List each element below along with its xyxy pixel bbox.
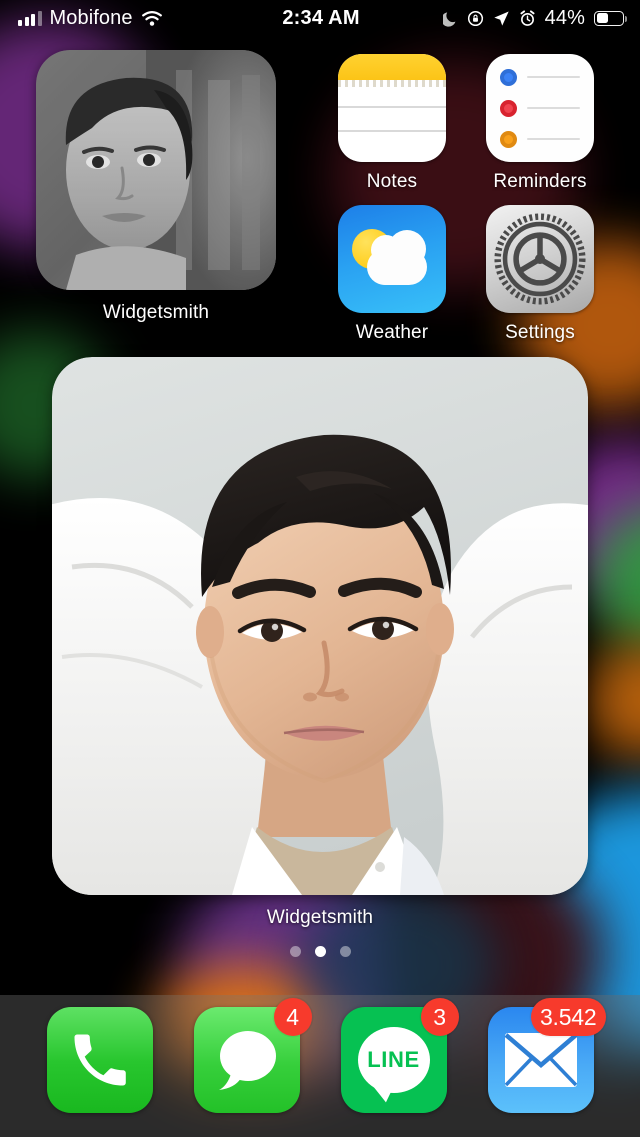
notes-perforation	[338, 80, 446, 87]
notes-yellow-band	[338, 54, 446, 80]
rotation-lock-icon	[467, 10, 483, 26]
notes-icon	[338, 54, 446, 162]
app-icon-reminders[interactable]: Reminders	[480, 54, 600, 193]
status-bar: Mobifone 2:34 AM 44%	[0, 0, 640, 36]
reminders-orange-ring-icon	[500, 130, 517, 148]
location-arrow-icon	[493, 11, 509, 26]
reminders-row	[500, 99, 580, 117]
app-icon-notes[interactable]: Notes	[332, 54, 452, 193]
portrait-photo-color	[52, 357, 588, 895]
badge-messages: 4	[273, 998, 312, 1036]
handset-glyph	[74, 1034, 126, 1086]
reminders-blue-ring-icon	[500, 68, 517, 86]
badge-line: 3	[420, 998, 459, 1036]
reminders-icon	[486, 54, 594, 162]
app-label-settings: Settings	[505, 322, 575, 343]
moon-icon	[442, 11, 456, 27]
line-bubble-glyph: LINE	[357, 1027, 430, 1093]
reminders-line	[527, 76, 580, 78]
notes-rule-line	[338, 106, 446, 108]
app-icon-weather[interactable]: Weather	[332, 205, 452, 344]
line-wordmark: LINE	[367, 1047, 420, 1072]
app-label-weather: Weather	[355, 322, 429, 343]
dock-app-mail[interactable]: 3.542	[487, 998, 606, 1113]
app-label-reminders: Reminders	[493, 171, 587, 192]
badge-mail: 3.542	[530, 998, 606, 1036]
wifi-icon	[141, 10, 162, 26]
reminders-row	[500, 68, 580, 86]
widget-small-photo[interactable]	[36, 50, 276, 290]
notes-rule-line	[338, 130, 446, 132]
page-dot-3[interactable]	[339, 946, 351, 957]
weather-icon	[338, 205, 446, 313]
cloud-icon	[367, 230, 427, 285]
carrier-name: Mobifone	[49, 6, 133, 29]
page-dot-2-active[interactable]	[314, 946, 326, 957]
dock-app-line[interactable]: LINE 3	[340, 998, 459, 1113]
widget-large-label: Widgetsmith	[266, 907, 374, 928]
status-bar-center: 2:34 AM	[282, 7, 359, 30]
reminders-line	[527, 138, 580, 140]
settings-gear-icon	[486, 205, 594, 313]
status-bar-left: Mobifone	[0, 7, 282, 30]
widget-widgetsmith-small[interactable]: Widgetsmith	[36, 50, 276, 324]
widget-widgetsmith-large[interactable]: Widgetsmith	[52, 357, 588, 929]
envelope-glyph	[504, 1033, 577, 1087]
portrait-photo-bw	[36, 50, 276, 290]
dock-app-phone[interactable]	[46, 1007, 153, 1113]
alarm-clock-icon	[520, 9, 535, 26]
home-screen: Widgetsmith Notes Reminders Weather Sett…	[0, 0, 640, 1137]
page-dots[interactable]	[0, 946, 640, 957]
reminders-red-ring-icon	[500, 99, 517, 117]
battery-fill	[596, 13, 608, 23]
phone-handset-icon	[46, 1007, 153, 1113]
clock-time: 2:34 AM	[282, 6, 360, 29]
cellular-signal-bars-icon	[18, 10, 42, 26]
battery-percentage: 44%	[544, 6, 586, 29]
widget-large-photo[interactable]	[52, 357, 588, 895]
app-label-notes: Notes	[366, 171, 418, 192]
speech-bubble-glyph	[218, 1031, 276, 1090]
dock-app-messages[interactable]: 4	[193, 998, 312, 1113]
widget-small-label: Widgetsmith	[102, 302, 210, 323]
battery-icon	[594, 10, 628, 26]
gear-icon	[494, 213, 586, 305]
page-dot-1[interactable]	[289, 946, 301, 957]
reminders-row	[500, 130, 580, 148]
reminders-line	[527, 107, 580, 109]
app-icon-settings[interactable]: Settings	[480, 205, 600, 344]
dock: 4 LINE 3 3.542	[0, 995, 640, 1137]
status-bar-right: 44%	[360, 7, 640, 30]
